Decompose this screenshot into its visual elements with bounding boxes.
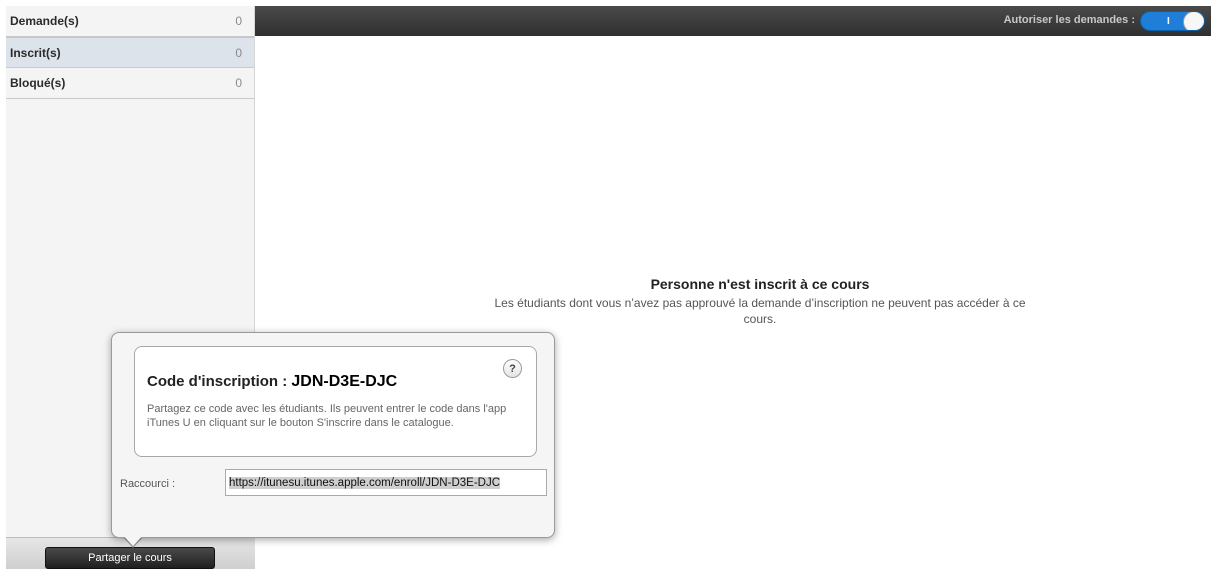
toggle-knob <box>1183 12 1204 30</box>
sidebar-item-enrolled[interactable]: Inscrit(s) 0 <box>6 37 254 68</box>
empty-state-description: Les étudiants dont vous n’avez pas appro… <box>494 296 1026 326</box>
sidebar-item-blocked[interactable]: Bloqué(s) 0 <box>6 68 254 99</box>
share-course-button[interactable]: Partager le cours <box>45 547 215 569</box>
share-course-popover: ? Code d'inscription : JDN-D3E-DJC Parta… <box>111 332 555 538</box>
enrollment-code-label: Code d'inscription : <box>147 373 288 390</box>
popover-arrow-fill <box>121 533 145 546</box>
allow-requests-label: Autoriser les demandes : <box>1003 14 1135 26</box>
empty-state-title: Personne n'est inscrit à ce cours <box>650 276 870 292</box>
sidebar-item-label: Demande(s) <box>10 14 79 28</box>
enrollment-code-title: Code d'inscription : JDN-D3E-DJC <box>147 373 397 391</box>
sidebar-item-label: Bloqué(s) <box>10 76 66 90</box>
sidebar-item-count: 0 <box>235 14 242 28</box>
enrollment-code-description: Partagez ce code avec les étudiants. Ils… <box>147 403 507 429</box>
empty-state: Personne n'est inscrit à ce cours Les ét… <box>480 276 1040 327</box>
allow-requests-toggle[interactable]: I <box>1140 11 1205 31</box>
enrollment-code-value: JDN-D3E-DJC <box>291 373 398 390</box>
enrollment-code-box: ? Code d'inscription : JDN-D3E-DJC Parta… <box>134 346 537 457</box>
top-toolbar: Autoriser les demandes : I <box>255 6 1211 36</box>
sidebar-item-count: 0 <box>235 45 242 60</box>
shortcut-label: Raccourci : <box>120 478 176 490</box>
help-icon[interactable]: ? <box>503 359 522 378</box>
sidebar-item-requests[interactable]: Demande(s) 0 <box>6 6 254 37</box>
sidebar-item-label: Inscrit(s) <box>10 45 61 60</box>
sidebar-item-count: 0 <box>235 76 242 90</box>
shortcut-url-field[interactable]: https://itunesu.itunes.apple.com/enroll/… <box>225 469 547 496</box>
course-enrollment-screen: Demande(s) 0 Inscrit(s) 0 Bloqué(s) 0 Pa… <box>0 0 1211 569</box>
shortcut-url-text: https://itunesu.itunes.apple.com/enroll/… <box>229 476 501 489</box>
toggle-on-mark: I <box>1167 16 1170 27</box>
